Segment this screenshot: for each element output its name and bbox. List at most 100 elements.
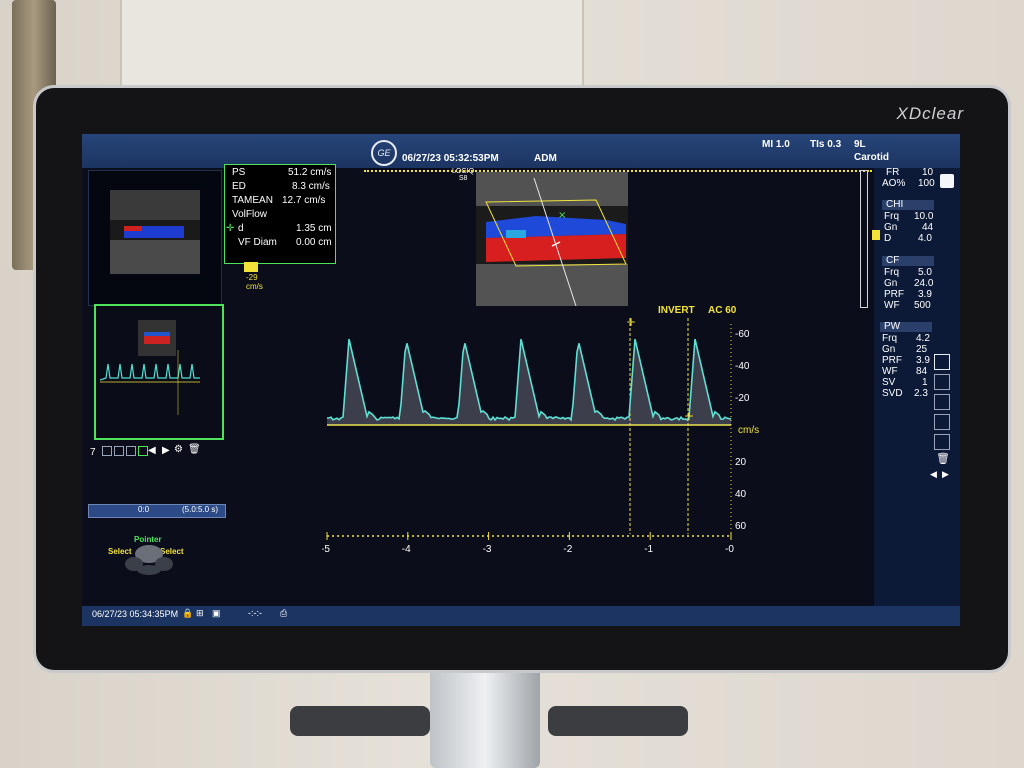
- velocity-unit: cm/s: [738, 426, 759, 436]
- table-icon[interactable]: [934, 394, 950, 410]
- header-probe: 9L: [854, 140, 866, 150]
- cf-label-wf: WF: [884, 301, 900, 311]
- layout-2x1-icon[interactable]: [126, 446, 136, 456]
- cine-frame-number: 7: [90, 448, 96, 458]
- cf-value-prf: 3.9: [918, 290, 932, 300]
- pw-label-wf: WF: [882, 367, 898, 377]
- depth-scale: [860, 170, 868, 308]
- pw-label-frq: Frq: [882, 334, 897, 344]
- thumbnail-image-1[interactable]: [110, 190, 200, 274]
- page-right-icon[interactable]: ▶: [942, 470, 949, 479]
- pw-value-wf: 84: [916, 367, 927, 377]
- param-value-fr: 10: [922, 168, 933, 178]
- measurement-value-vf-diam: 0.00 cm: [296, 238, 332, 248]
- previous-arrow-icon[interactable]: ◀: [148, 446, 156, 456]
- trackball-icon: [122, 542, 176, 576]
- chi-value-frq: 10.0: [914, 212, 933, 222]
- next-arrow-icon[interactable]: ▶: [162, 446, 170, 456]
- trash-icon[interactable]: 🗑: [936, 454, 950, 465]
- header-mi: MI 1.0: [762, 140, 790, 150]
- checkbox-icon[interactable]: [940, 174, 954, 188]
- doppler-x-tick-label: -3: [483, 544, 492, 554]
- cf-label-prf: PRF: [884, 290, 904, 300]
- measurement-label-tamean: TAMEAN: [232, 196, 273, 206]
- pw-value-frq: 4.2: [916, 334, 930, 344]
- cine-position: 0:0: [138, 506, 149, 514]
- lock-icon: 🔒: [182, 609, 193, 618]
- pw-label-prf: PRF: [882, 356, 902, 366]
- svg-text:×: ×: [558, 210, 566, 221]
- grid-icon[interactable]: [934, 374, 950, 390]
- cf-title: CF: [886, 256, 899, 266]
- chi-label-gn: Gn: [884, 223, 897, 233]
- measurement-value-ps: 51.2 cm/s: [288, 168, 331, 178]
- measurement-label-d: d: [238, 224, 244, 234]
- param-value-ao: 100: [918, 179, 935, 189]
- stand-handle-right: [548, 706, 688, 736]
- doppler-spectral-envelope: [327, 339, 731, 425]
- footer-datetime: 06/27/23 05:34:35PM: [92, 610, 178, 619]
- caliper-ed-icon: +: [684, 409, 694, 423]
- chi-label-frq: Frq: [884, 212, 899, 222]
- network-icon: ⊞: [196, 609, 204, 618]
- measurement-label-ed: ED: [232, 182, 246, 192]
- doppler-x-tick-label: -2: [563, 544, 572, 554]
- doppler-x-tick-label: -4: [402, 544, 411, 554]
- doppler-y-tick-label: 60: [735, 521, 747, 532]
- printer-icon: ⎙: [280, 609, 287, 618]
- color-scale-value: -29: [246, 274, 258, 282]
- monitor-icon[interactable]: [934, 354, 950, 370]
- pw-value-sv: 1: [922, 378, 928, 388]
- doppler-y-tick-label: 40: [735, 489, 747, 500]
- caliper-plus-icon: ✛: [226, 224, 234, 234]
- measurement-label-volflow: VolFlow: [232, 210, 267, 220]
- battery-icon: -:-:-: [248, 609, 262, 618]
- color-scale-unit: cm/s: [246, 283, 263, 291]
- pw-value-gn: 25: [916, 345, 927, 355]
- doppler-x-tick-label: -0: [725, 544, 734, 554]
- cf-value-gn: 24.0: [914, 279, 933, 289]
- spectral-doppler-trace[interactable]: -60 -40 -20 20 40 60 -5 -4 -3 -2 -1 -0 + +: [322, 304, 772, 554]
- ac-label[interactable]: AC 60: [708, 306, 736, 316]
- pw-value-prf: 3.9: [916, 356, 930, 366]
- measurement-value-ed: 8.3 cm/s: [292, 182, 330, 192]
- doppler-y-tick-label: -20: [735, 393, 750, 404]
- layout-1x2-icon[interactable]: [114, 446, 124, 456]
- chi-value-gn: 44: [922, 223, 933, 233]
- brand-label: XDclear: [897, 104, 964, 124]
- doppler-y-tick-label: 20: [735, 457, 747, 468]
- settings-icon[interactable]: ⚙: [174, 445, 183, 455]
- doppler-y-tick-label: -60: [735, 329, 750, 340]
- doppler-x-tick-label: -5: [322, 544, 330, 554]
- doppler-x-tick-label: -1: [644, 544, 653, 554]
- measurement-value-d: 1.35 cm: [296, 224, 332, 234]
- thumbnail-doppler-preview: [100, 320, 214, 430]
- monitor-stand: [430, 668, 540, 768]
- background-door: [120, 0, 584, 90]
- cf-value-frq: 5.0: [918, 268, 932, 278]
- measurement-label-vf-diam: VF Diam: [238, 238, 277, 248]
- chi-title: CHI: [886, 200, 903, 210]
- ultrasound-screen: GE 06/27/23 05:32:53PM ADM MI 1.0 TIs 0.…: [82, 134, 960, 626]
- layout-2x2-icon[interactable]: [138, 446, 148, 456]
- cf-label-gn: Gn: [884, 279, 897, 289]
- pw-label-sv: SV: [882, 378, 895, 388]
- ge-logo-icon: GE: [371, 140, 397, 166]
- layout-1x1-icon[interactable]: [102, 446, 112, 456]
- pw-value-svd: 2.3: [914, 389, 928, 399]
- cine-range: (5.0:5.0 s): [182, 506, 218, 514]
- report-icon[interactable]: [934, 414, 950, 430]
- page-left-icon[interactable]: ◀: [930, 470, 937, 479]
- caliper-ps-icon: +: [626, 315, 636, 329]
- focus-marker-icon: [872, 230, 880, 240]
- color-flow-image[interactable]: ×: [476, 172, 628, 306]
- invert-label[interactable]: INVERT: [658, 306, 695, 316]
- pw-label-svd: SVD: [882, 389, 903, 399]
- export-icon[interactable]: [934, 434, 950, 450]
- pw-label-gn: Gn: [882, 345, 895, 355]
- param-label-fr: FR: [886, 168, 899, 178]
- delete-icon[interactable]: 🗑: [188, 445, 201, 455]
- storage-icon: ▣: [212, 609, 221, 618]
- header-preset: Carotid: [854, 153, 889, 163]
- header-tis: TIs 0.3: [810, 140, 841, 150]
